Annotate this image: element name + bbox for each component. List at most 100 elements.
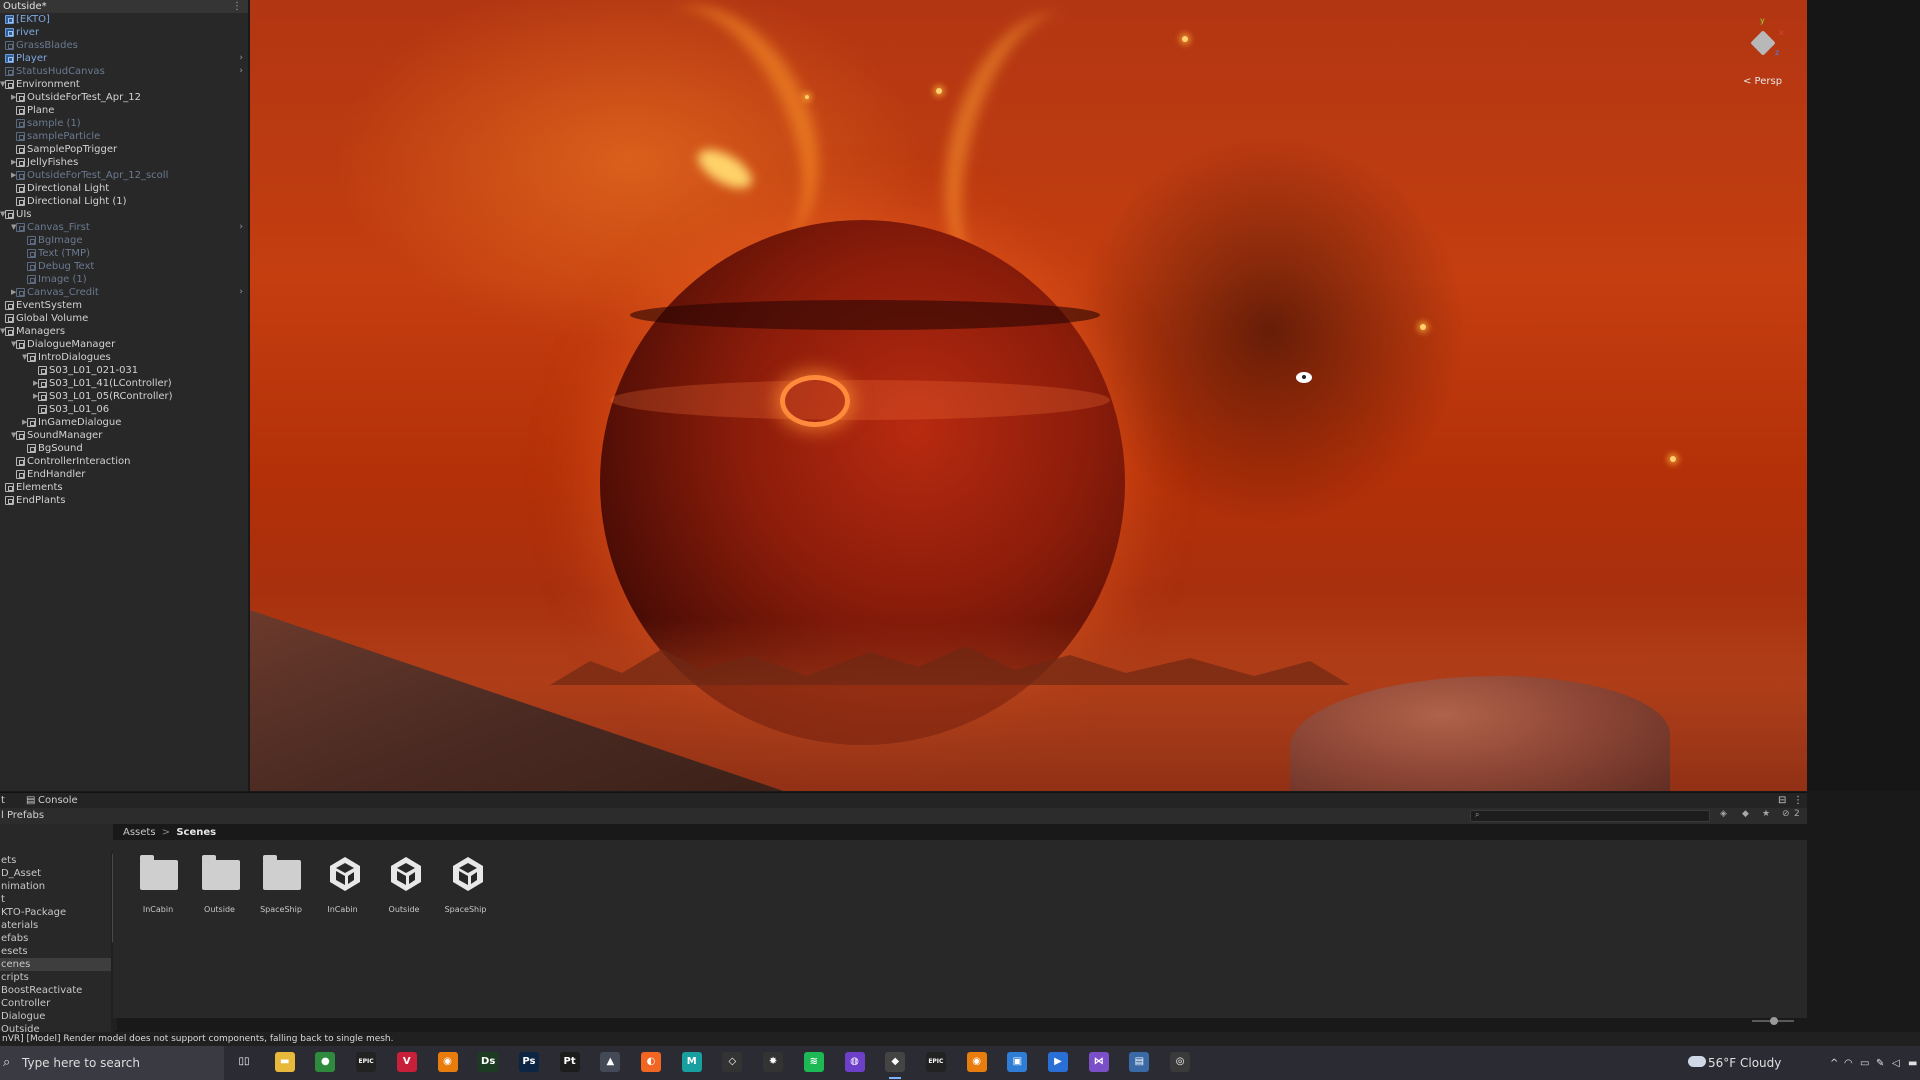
- unity-editor-icon[interactable]: ◎: [1170, 1052, 1191, 1072]
- kebab-menu-icon[interactable]: ⋮: [232, 0, 242, 13]
- folder-asset[interactable]: SpaceShip: [251, 855, 311, 917]
- network-icon[interactable]: ◠: [1844, 1058, 1853, 1069]
- scene-asset[interactable]: InCabin: [313, 855, 373, 917]
- github-desktop-icon[interactable]: ◍: [844, 1052, 865, 1072]
- hierarchy-item[interactable]: river: [0, 26, 248, 39]
- hierarchy-item[interactable]: sampleParticle: [0, 130, 248, 143]
- hierarchy-item[interactable]: S03_L01_021-031: [0, 364, 248, 377]
- houdini-icon[interactable]: ◐: [641, 1052, 661, 1072]
- scene-view[interactable]: y x z < Persp: [250, 0, 1807, 791]
- chevron-up-icon[interactable]: ^: [1830, 1058, 1838, 1069]
- hierarchy-item[interactable]: Elements: [0, 481, 248, 494]
- folder-tree-item[interactable]: aterials: [0, 919, 113, 932]
- hierarchy-item[interactable]: ▶ OutsideForTest_Apr_12: [0, 91, 248, 104]
- photoshop-icon[interactable]: Ps: [518, 1052, 539, 1072]
- gizmo-cube[interactable]: [1750, 30, 1776, 56]
- maya-icon[interactable]: M: [681, 1052, 702, 1072]
- unity-hub-icon[interactable]: ◇: [722, 1052, 743, 1072]
- folder-tree-item[interactable]: nimation: [0, 880, 113, 893]
- hierarchy-item[interactable]: Directional Light: [0, 182, 248, 195]
- hierarchy-item[interactable]: ▼ Managers: [0, 325, 248, 338]
- maximize-icon[interactable]: ⊟: [1778, 793, 1786, 809]
- folder-tree-item[interactable]: KTO-Package: [0, 906, 113, 919]
- hierarchy-item[interactable]: ▶ S03_L01_41(LController): [0, 377, 248, 390]
- hierarchy-item[interactable]: BgImage: [0, 234, 248, 247]
- hierarchy-item[interactable]: Debug Text: [0, 260, 248, 273]
- folder-tree-item[interactable]: Dialogue: [0, 1010, 113, 1023]
- hierarchy-item[interactable]: ▶ InGameDialogue: [0, 416, 248, 429]
- notification-icon[interactable]: ▬: [1908, 1058, 1917, 1069]
- hierarchy-item[interactable]: ▶ Canvas_Credit ›: [0, 286, 248, 299]
- vivaldi-icon[interactable]: V: [396, 1052, 417, 1072]
- folder-tree-item[interactable]: efabs: [0, 932, 113, 945]
- hierarchy-scene-header[interactable]: Outside* ⋮: [0, 0, 248, 13]
- folder-asset[interactable]: Outside: [190, 855, 250, 917]
- filter-by-type-icon[interactable]: ◈: [1720, 809, 1727, 819]
- weather-widget[interactable]: 56°F Cloudy: [1708, 1056, 1781, 1070]
- spotify-icon[interactable]: ≋: [803, 1052, 824, 1072]
- teams-icon[interactable]: ▶: [1048, 1052, 1068, 1072]
- folder-tree-item[interactable]: cenes: [0, 958, 113, 971]
- dimension-icon[interactable]: Ds: [478, 1052, 499, 1072]
- chevron-right-icon[interactable]: ›: [239, 52, 243, 65]
- hierarchy-item[interactable]: ControllerInteraction: [0, 455, 248, 468]
- hierarchy-item[interactable]: Plane: [0, 104, 248, 117]
- hierarchy-item[interactable]: ▶ JellyFishes: [0, 156, 248, 169]
- folder-tree-item[interactable]: D_Asset: [0, 867, 113, 880]
- favorite-star-icon[interactable]: ★: [1762, 809, 1770, 819]
- hierarchy-item[interactable]: BgSound: [0, 442, 248, 455]
- chevron-right-icon[interactable]: ›: [239, 65, 243, 78]
- blender-icon[interactable]: ◉: [437, 1052, 458, 1072]
- hierarchy-item[interactable]: ▶ S03_L01_05(RController): [0, 390, 248, 403]
- hierarchy-item[interactable]: Text (TMP): [0, 247, 248, 260]
- hierarchy-item[interactable]: ▼ Environment: [0, 78, 248, 91]
- hierarchy-item[interactable]: EndHandler: [0, 468, 248, 481]
- hierarchy-item[interactable]: [EKTO]: [0, 13, 248, 26]
- chevron-right-icon[interactable]: ›: [239, 286, 243, 299]
- hierarchy-item[interactable]: Global Volume: [0, 312, 248, 325]
- tab-console[interactable]: Console: [38, 793, 78, 809]
- project-search-input[interactable]: ⌕: [1470, 810, 1710, 822]
- filter-by-label-icon[interactable]: ◆: [1742, 809, 1749, 819]
- breadcrumb-assets[interactable]: Assets: [123, 827, 156, 838]
- status-console-message[interactable]: nVR] [Model] Render model does not suppo…: [0, 1032, 1920, 1046]
- scene-asset[interactable]: Outside: [374, 855, 434, 917]
- photos-icon[interactable]: ▲: [600, 1052, 621, 1072]
- monitor-icon[interactable]: ▭: [1860, 1058, 1869, 1069]
- orientation-gizmo[interactable]: y x z: [1743, 16, 1784, 66]
- folder-tree-item[interactable]: cripts: [0, 971, 113, 984]
- photos-2-icon[interactable]: ▣: [1007, 1052, 1028, 1072]
- folder-tree-item[interactable]: t: [0, 893, 113, 906]
- notepad-icon[interactable]: ▤: [1129, 1052, 1150, 1072]
- hierarchy-item[interactable]: ▼ SoundManager: [0, 429, 248, 442]
- taskbar-search-box[interactable]: ⌕ Type here to search: [0, 1046, 224, 1080]
- hidden-packages-icon[interactable]: ⊘: [1782, 809, 1790, 819]
- projection-toggle[interactable]: < Persp: [1743, 76, 1782, 87]
- pycharm-icon[interactable]: Pt: [559, 1052, 580, 1072]
- hierarchy-item[interactable]: EventSystem: [0, 299, 248, 312]
- folder-tree-item[interactable]: ets: [0, 854, 113, 867]
- browser-icon[interactable]: ✸: [763, 1052, 784, 1072]
- folder-tree-item[interactable]: BoostReactivate: [0, 984, 113, 997]
- hierarchy-item[interactable]: ▼ IntroDialogues: [0, 351, 248, 364]
- chrome-icon[interactable]: ●: [315, 1052, 336, 1072]
- hierarchy-item[interactable]: ▼ UIs: [0, 208, 248, 221]
- hierarchy-item[interactable]: Image (1): [0, 273, 248, 286]
- epic-games-icon[interactable]: EPIC: [356, 1052, 377, 1072]
- task-view-icon[interactable]: ▯▯: [234, 1052, 254, 1072]
- unity-icon[interactable]: ◆: [885, 1052, 906, 1079]
- chevron-right-icon[interactable]: ›: [239, 221, 243, 234]
- blender-2-icon[interactable]: ◉: [966, 1052, 987, 1072]
- folder-tree-item[interactable]: Outside: [0, 1023, 113, 1032]
- volume-icon[interactable]: ◁: [1892, 1058, 1900, 1069]
- visual-studio-icon[interactable]: ⋈: [1088, 1052, 1109, 1072]
- hierarchy-item[interactable]: ▶ OutsideForTest_Apr_12_scoll: [0, 169, 248, 182]
- file-explorer-icon[interactable]: ▬: [274, 1052, 295, 1072]
- folder-tree-item[interactable]: esets: [0, 945, 113, 958]
- hierarchy-item[interactable]: GrassBlades: [0, 39, 248, 52]
- eye-icon[interactable]: [1296, 372, 1312, 383]
- hierarchy-item[interactable]: Player ›: [0, 52, 248, 65]
- hierarchy-item[interactable]: ▼ Canvas_First ›: [0, 221, 248, 234]
- scene-asset[interactable]: SpaceShip: [436, 855, 496, 917]
- hierarchy-item[interactable]: SamplePopTrigger: [0, 143, 248, 156]
